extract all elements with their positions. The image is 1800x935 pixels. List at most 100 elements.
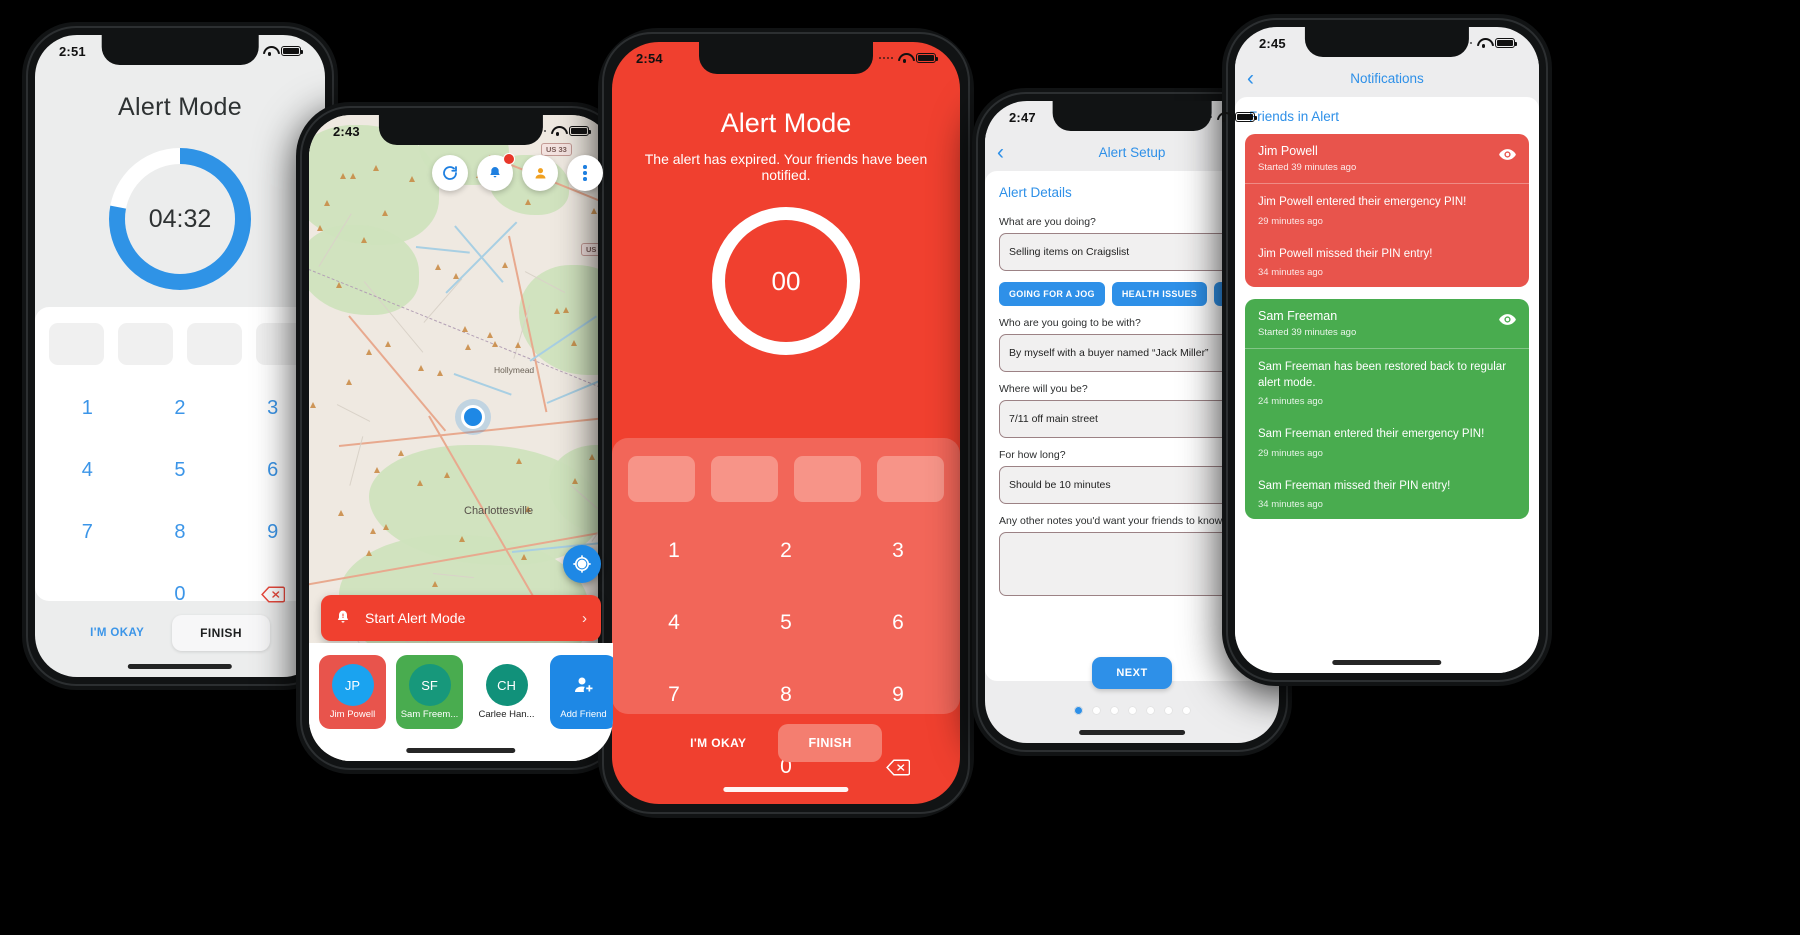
- status-time: 2:43: [333, 124, 360, 139]
- start-alert-mode-button[interactable]: Start Alert Mode ›: [321, 595, 601, 641]
- pin-box[interactable]: [49, 323, 104, 365]
- friend-chip[interactable]: SF Sam Freem...: [396, 655, 463, 729]
- next-button[interactable]: NEXT: [1092, 657, 1171, 689]
- screen-alert-expired: 2:54 Alert Mode The alert has expired. Y…: [612, 42, 960, 804]
- suggestion-chip[interactable]: GOING FOR A JOG: [999, 282, 1105, 306]
- page-dot[interactable]: [1092, 706, 1101, 715]
- notification-item[interactable]: Jim Powell entered their emergency PIN! 2…: [1245, 184, 1529, 236]
- notification-group: Sam Freeman Started 39 minutes ago Sam Fre…: [1245, 299, 1529, 519]
- page-dot[interactable]: [1128, 706, 1137, 715]
- notification-item[interactable]: Sam Freeman has been restored back to re…: [1245, 349, 1529, 416]
- im-okay-button[interactable]: I'M OKAY: [90, 627, 144, 639]
- page-dot[interactable]: [1110, 706, 1119, 715]
- page-dot[interactable]: [1074, 706, 1083, 715]
- keypad-key-3[interactable]: 3: [842, 518, 954, 584]
- wifi-icon: [1477, 38, 1490, 48]
- finish-button[interactable]: FINISH: [172, 615, 270, 651]
- map-tree-icon: [502, 262, 508, 268]
- notifications-bell-icon[interactable]: [477, 155, 513, 191]
- map-tree-icon: [418, 365, 424, 371]
- notification-time: 34 minutes ago: [1258, 267, 1516, 278]
- keypad-key-9[interactable]: 9: [842, 662, 954, 728]
- pin-entry-boxes: [612, 438, 960, 508]
- page-dot[interactable]: [1146, 706, 1155, 715]
- notification-badge: [503, 153, 515, 165]
- map-tree-icon: [346, 379, 352, 385]
- eye-icon[interactable]: [1499, 312, 1516, 323]
- page-title: Alert Mode: [612, 108, 960, 139]
- bottom-actions: I'M OKAY FINISH: [612, 724, 960, 762]
- page-dot[interactable]: [1164, 706, 1173, 715]
- refresh-icon[interactable]: [432, 155, 468, 191]
- back-chevron-icon[interactable]: ‹: [997, 142, 1004, 163]
- keypad-key-4[interactable]: 4: [618, 590, 730, 656]
- map-road-minor: [337, 404, 371, 422]
- pin-box[interactable]: [794, 456, 861, 502]
- map-tree-icon: [350, 173, 356, 179]
- wifi-icon: [1217, 112, 1230, 122]
- map-tree-icon: [398, 450, 404, 456]
- notifications-list: Friends in Alert Jim Powell Started 39 mi…: [1235, 97, 1539, 673]
- finish-button[interactable]: FINISH: [778, 724, 881, 762]
- countdown-value: 00: [772, 266, 801, 297]
- notification-group-header[interactable]: Sam Freeman Started 39 minutes ago: [1245, 299, 1529, 349]
- keypad-key-4[interactable]: 4: [41, 441, 134, 499]
- keypad-key-1[interactable]: 1: [618, 518, 730, 584]
- map-tree-icon: [554, 308, 560, 314]
- keypad-key-8[interactable]: 8: [730, 662, 842, 728]
- page-dot[interactable]: [1182, 706, 1191, 715]
- pin-box[interactable]: [118, 323, 173, 365]
- pin-keypad-sheet: 1234567890: [35, 307, 325, 601]
- countdown-ring-wrap: 04:32: [35, 144, 325, 294]
- notification-group-header[interactable]: Jim Powell Started 39 minutes ago: [1245, 134, 1529, 184]
- map-tree-icon: [515, 342, 521, 348]
- map-tree-icon: [435, 264, 441, 270]
- pin-box[interactable]: [187, 323, 242, 365]
- keypad-key-2[interactable]: 2: [134, 379, 227, 437]
- map-tree-icon: [338, 510, 344, 516]
- keypad-key-5[interactable]: 5: [730, 590, 842, 656]
- notification-item[interactable]: Sam Freeman entered their emergency PIN!…: [1245, 416, 1529, 468]
- overflow-menu-icon[interactable]: [567, 155, 603, 191]
- pin-box[interactable]: [628, 456, 695, 502]
- map-waterway: [454, 373, 512, 396]
- im-okay-button[interactable]: I'M OKAY: [690, 736, 746, 750]
- map-tree-icon: [521, 554, 527, 560]
- keypad-key-1[interactable]: 1: [41, 379, 134, 437]
- add-person-icon[interactable]: [522, 155, 558, 191]
- map-tree-icon: [361, 237, 367, 243]
- keypad-key-8[interactable]: 8: [134, 503, 227, 561]
- friend-chip[interactable]: CH Carlee Han...: [473, 655, 540, 729]
- keypad-key-7[interactable]: 7: [41, 503, 134, 561]
- current-location-marker: [461, 405, 485, 429]
- keypad-key-2[interactable]: 2: [730, 518, 842, 584]
- suggestion-chip[interactable]: HEALTH ISSUES: [1112, 282, 1207, 306]
- map-tree-icon: [366, 550, 372, 556]
- section-title: Friends in Alert: [1235, 109, 1539, 134]
- notch: [102, 35, 259, 65]
- recenter-location-button[interactable]: [563, 545, 601, 583]
- add-friend-button[interactable]: Add Friend: [550, 655, 613, 729]
- map-tree-icon: [317, 225, 323, 231]
- battery-icon: [281, 46, 301, 56]
- notification-item[interactable]: Sam Freeman missed their PIN entry! 34 mi…: [1245, 468, 1529, 520]
- delete-key-icon[interactable]: [261, 586, 285, 603]
- notification-groups: Jim Powell Started 39 minutes ago Jim Powe…: [1235, 134, 1539, 519]
- eye-icon[interactable]: [1499, 147, 1516, 158]
- map-tree-icon: [487, 332, 493, 338]
- pin-box[interactable]: [711, 456, 778, 502]
- notch: [1305, 27, 1469, 57]
- keypad-key-7[interactable]: 7: [618, 662, 730, 728]
- alert-started-time: Started 39 minutes ago: [1258, 327, 1491, 338]
- friend-chip[interactable]: JP Jim Powell: [319, 655, 386, 729]
- map-tree-icon: [324, 200, 330, 206]
- keypad-key-6[interactable]: 6: [842, 590, 954, 656]
- countdown-ring-wrap: 00: [612, 207, 960, 355]
- map-tree-icon: [340, 173, 346, 179]
- back-chevron-icon[interactable]: ‹: [1247, 68, 1254, 89]
- notification-item[interactable]: Jim Powell missed their PIN entry! 34 min…: [1245, 236, 1529, 288]
- map-tree-icon: [432, 581, 438, 587]
- keypad-key-5[interactable]: 5: [134, 441, 227, 499]
- signal-icon: [879, 57, 894, 60]
- pin-box[interactable]: [877, 456, 944, 502]
